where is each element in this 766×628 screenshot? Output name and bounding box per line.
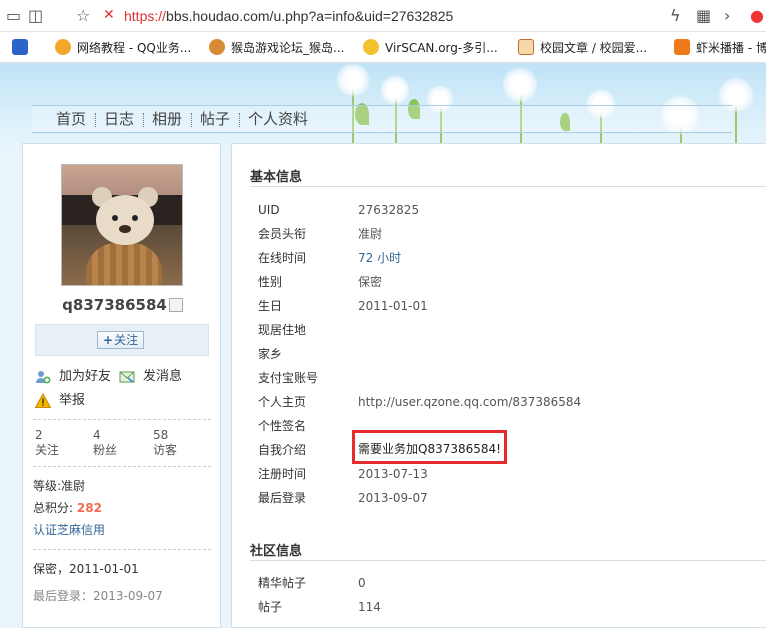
bookmark-item[interactable]: 网络教程 - QQ业务...: [55, 39, 191, 57]
bookmark-item[interactable]: 虾米播播 - 博: [674, 39, 766, 57]
last-login-value: 2013-09-07: [358, 491, 428, 505]
register-time-value: 2013-07-13: [358, 467, 428, 481]
article-icon: [518, 39, 534, 55]
birthday-value: 2011-01-01: [358, 299, 428, 313]
row-label: 会员头衔: [258, 227, 307, 241]
follow-button[interactable]: +关注: [97, 331, 145, 349]
nav-home[interactable]: 首页: [56, 109, 86, 129]
community-info-title: 社区信息: [250, 544, 303, 559]
row-label: 家乡: [258, 347, 283, 361]
nav-posts[interactable]: 帖子: [200, 109, 230, 129]
bookmark-item[interactable]: 校园文章 / 校园爱...: [518, 39, 647, 57]
profile-card: q837386584 +关注 加为好友 发消息 举报 2 关注 4 粉丝 58 访客 …: [22, 143, 221, 628]
row-label: 在线时间: [258, 251, 307, 265]
virscan-icon: [363, 39, 379, 55]
avatar[interactable]: [61, 164, 183, 286]
chevron-right-icon[interactable]: ›: [724, 5, 730, 27]
info-panel: 基本信息 UID 27632825 会员头衔 准尉 在线时间 72 小时 性别 …: [231, 143, 766, 628]
report-button[interactable]: 举报: [35, 392, 95, 410]
reading-mode-icon[interactable]: ◫: [28, 5, 43, 27]
verify-credit-link[interactable]: 认证芝麻信用: [33, 522, 105, 539]
online-time-value: 72 小时: [358, 251, 402, 265]
gender-value: 保密: [358, 275, 383, 289]
followers-stat[interactable]: 4 粉丝: [93, 428, 143, 458]
posts-value: 114: [358, 600, 381, 614]
row-label: 现居住地: [258, 323, 307, 337]
row-label: 个性签名: [258, 419, 307, 433]
row-label: 帖子: [258, 600, 283, 614]
profile-nav: 首页 日志 相册 帖子 个人资料: [32, 105, 732, 133]
send-message-button[interactable]: 发消息: [119, 368, 199, 386]
following-stat[interactable]: 2 关注: [35, 428, 85, 458]
bookmark-item[interactable]: VirSCAN.org-多引...: [363, 39, 498, 57]
row-label: 个人主页: [258, 395, 307, 409]
message-icon: [119, 371, 135, 383]
level: 等级:准尉: [33, 479, 86, 493]
title-value: 准尉: [358, 227, 383, 241]
plus-icon: +: [103, 333, 114, 347]
lightning-icon[interactable]: ϟ: [670, 5, 681, 27]
bookmarks-bar: 网络教程 - QQ业务... 猴岛游戏论坛_猴岛... VirSCAN.org-…: [0, 32, 766, 63]
total-points: 总积分: 282: [33, 501, 102, 515]
row-label: 注册时间: [258, 467, 307, 481]
browser-logo-icon[interactable]: ●: [750, 5, 764, 27]
warning-icon: [35, 393, 51, 408]
qr-code-icon[interactable]: ▦: [696, 5, 711, 27]
qq-penguin-icon: [55, 39, 71, 55]
self-intro-value: 需要业务加Q837386584!: [358, 442, 501, 456]
online-status-icon: [168, 298, 183, 312]
basic-info-title: 基本信息: [250, 170, 303, 185]
row-label: 支付宝账号: [258, 371, 319, 385]
nav-blog[interactable]: 日志: [104, 109, 134, 129]
row-label: 生日: [258, 299, 283, 313]
xiami-icon: [674, 39, 690, 55]
address-bar: ▭ ◫ ☆ ✕ https://bbs.houdao.com/u.php?a=i…: [0, 0, 766, 32]
uid-value: 27632825: [358, 203, 420, 217]
row-label: 最后登录: [258, 491, 307, 505]
add-friend-button[interactable]: 加为好友: [35, 368, 115, 386]
username: q837386584: [23, 296, 222, 314]
birth-info: 保密，2011-01-01: [33, 562, 139, 576]
homepage-link[interactable]: http://user.qzone.qq.com/837386584: [358, 394, 581, 410]
nav-album[interactable]: 相册: [152, 109, 182, 129]
sidebar-toggle-icon[interactable]: ▭: [6, 5, 21, 27]
visitors-stat[interactable]: 58 访客: [153, 428, 203, 458]
row-label: UID: [258, 203, 280, 217]
row-label: 自我介绍: [258, 443, 307, 457]
monkey-icon: [209, 39, 225, 55]
follow-area: +关注: [35, 324, 209, 356]
insecure-connection-icon[interactable]: ✕: [103, 8, 117, 22]
favorite-star-icon[interactable]: ☆: [76, 5, 90, 27]
bookmark-item[interactable]: 猴岛游戏论坛_猴岛...: [209, 39, 344, 57]
digest-posts-value: 0: [358, 576, 366, 590]
row-label: 性别: [258, 275, 283, 289]
last-login-summary: 最后登录：2013-09-07: [33, 589, 163, 603]
url-field[interactable]: https://bbs.houdao.com/u.php?a=info&uid=…: [124, 6, 453, 26]
row-label: 精华帖子: [258, 576, 307, 590]
paw-icon: [12, 39, 28, 55]
bookmark-paw[interactable]: [12, 39, 34, 57]
add-friend-icon: [36, 371, 51, 384]
nav-profile[interactable]: 个人资料: [248, 109, 308, 129]
